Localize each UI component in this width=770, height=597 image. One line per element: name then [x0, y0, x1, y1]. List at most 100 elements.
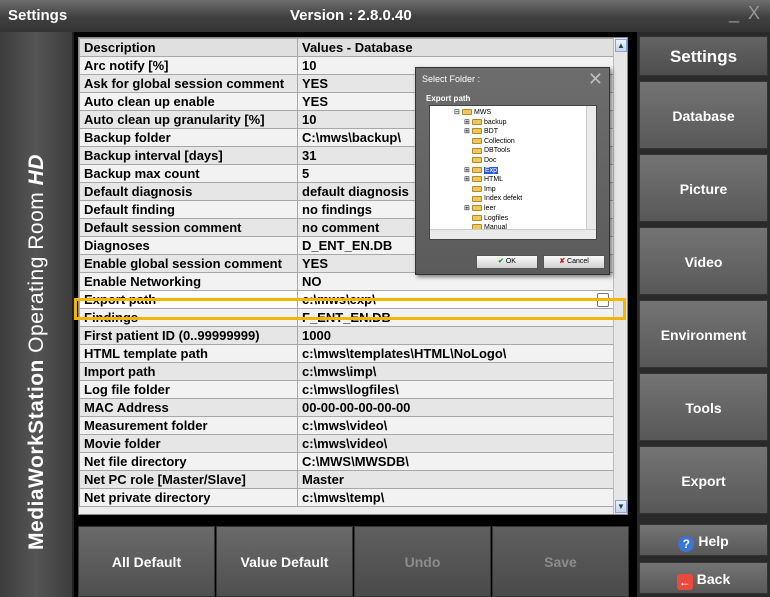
setting-value[interactable]: 1000 [297, 326, 614, 345]
setting-description[interactable]: Backup folder [79, 128, 298, 147]
setting-description[interactable]: Diagnoses [79, 236, 298, 255]
ok-button[interactable]: ✔ OK [476, 255, 538, 269]
setting-description[interactable]: Import path [79, 362, 298, 381]
setting-description[interactable]: HTML template path [79, 344, 298, 363]
setting-description[interactable]: Auto clean up enable [79, 92, 298, 111]
dialog-title: Select Folder : [422, 74, 481, 84]
close-icon[interactable]: ✕ [588, 69, 603, 90]
window-controls[interactable]: _ X [729, 3, 762, 24]
undo-button[interactable]: Undo [354, 526, 491, 597]
table-row[interactable]: Movie folder c:\mws\video\ [79, 434, 614, 453]
setting-description[interactable]: Net PC role [Master/Slave] [79, 470, 298, 489]
setting-value[interactable]: NO [297, 272, 614, 291]
folder-tree-item[interactable]: Logfiles [464, 214, 508, 223]
setting-value[interactable]: c:\mws\templates\HTML\NoLogo\ [297, 344, 614, 363]
table-row[interactable]: Enable Networking NO [79, 272, 614, 291]
setting-value[interactable]: c:\mws\video\ [297, 434, 614, 453]
setting-value[interactable]: Master [297, 470, 614, 489]
setting-description[interactable]: Backup max count [79, 164, 298, 183]
setting-value-text: default diagnosis [302, 184, 409, 199]
folder-tree-item[interactable]: Index defekt [464, 194, 522, 203]
table-row[interactable]: Import path c:\mws\imp\ [79, 362, 614, 381]
setting-description[interactable]: Default finding [79, 200, 298, 219]
table-scrollbar[interactable]: ▲ ▼ [613, 38, 627, 514]
setting-description[interactable]: Auto clean up granularity [%] [79, 110, 298, 129]
column-header-value[interactable]: Values - Database [297, 38, 614, 57]
product-name: Operating Room [25, 191, 48, 353]
folder-tree-item[interactable]: ⊞ backup [464, 118, 507, 127]
folder-icon [472, 185, 482, 192]
export-button[interactable]: Export [639, 446, 768, 514]
environment-button[interactable]: Environment [639, 300, 768, 368]
edit-value-icon[interactable] [597, 293, 609, 307]
setting-value[interactable]: c:\mws\logfiles\ [297, 380, 614, 399]
video-button[interactable]: Video [639, 227, 768, 295]
setting-description[interactable]: Ask for global session comment [79, 74, 298, 93]
expand-icon[interactable]: ⊞ [464, 166, 472, 175]
all-default-button[interactable]: All Default [78, 526, 215, 597]
setting-description[interactable]: Net private directory [79, 488, 298, 507]
setting-description[interactable]: Export path [79, 290, 298, 309]
setting-value[interactable]: c:\mws\exp\ [297, 290, 614, 309]
folder-tree-item[interactable]: Doc [464, 156, 496, 165]
tree-scrollbar[interactable] [586, 106, 596, 230]
setting-description[interactable]: MAC Address [79, 398, 298, 417]
setting-description[interactable]: Log file folder [79, 380, 298, 399]
value-default-button[interactable]: Value Default [216, 526, 353, 597]
save-button[interactable]: Save [492, 526, 629, 597]
collapse-icon[interactable]: ⊟ [454, 108, 462, 117]
table-row[interactable]: Log file folder c:\mws\logfiles\ [79, 380, 614, 399]
setting-description[interactable]: Enable global session comment [79, 254, 298, 273]
column-header-description[interactable]: Description [79, 38, 298, 57]
setting-description[interactable]: Measurement folder [79, 416, 298, 435]
tools-button[interactable]: Tools [639, 373, 768, 441]
folder-tree-item[interactable]: ⊞ Exp [464, 166, 499, 175]
setting-description[interactable]: Arc notify [%] [79, 56, 298, 75]
setting-value[interactable]: F_ENT_EN.DB [297, 308, 614, 327]
setting-description[interactable]: Default diagnosis [79, 182, 298, 201]
expand-icon[interactable]: ⊞ [464, 127, 472, 136]
setting-value[interactable]: c:\mws\video\ [297, 416, 614, 435]
table-row[interactable]: MAC Address 00-00-00-00-00-00 [79, 398, 614, 417]
folder-tree-item[interactable]: DBTools [464, 146, 510, 155]
table-row[interactable]: Net PC role [Master/Slave] Master [79, 470, 614, 489]
setting-value-text: NO [302, 274, 322, 289]
help-button[interactable]: ? Help [639, 524, 768, 556]
setting-value[interactable]: C:\MWS\MWSDB\ [297, 452, 614, 471]
picture-button[interactable]: Picture [639, 154, 768, 222]
folder-tree[interactable]: ⊟ MWS ⊞ backup ⊞ BDT Collection DBTools Doc ⊞ Exp ⊞… [429, 105, 597, 240]
scroll-down-icon[interactable]: ▼ [615, 500, 627, 513]
back-button[interactable]: ← Back [639, 562, 768, 594]
scroll-up-icon[interactable]: ▲ [615, 39, 627, 52]
expand-icon[interactable]: ⊞ [464, 204, 472, 213]
setting-description[interactable]: Default session comment [79, 218, 298, 237]
table-row[interactable]: Measurement folder c:\mws\video\ [79, 416, 614, 435]
setting-value[interactable]: c:\mws\temp\ [297, 488, 614, 507]
table-row[interactable]: Net file directory C:\MWS\MWSDB\ [79, 452, 614, 471]
folder-icon [472, 214, 482, 221]
setting-description[interactable]: Net file directory [79, 452, 298, 471]
database-button[interactable]: Database [639, 81, 768, 149]
setting-description[interactable]: Movie folder [79, 434, 298, 453]
table-row[interactable]: First patient ID (0..99999999) 1000 [79, 326, 614, 345]
table-row[interactable]: Findings F_ENT_EN.DB [79, 308, 614, 327]
folder-tree-item[interactable]: ⊞ HTML [464, 175, 503, 184]
setting-value[interactable]: 00-00-00-00-00-00 [297, 398, 614, 417]
setting-description[interactable]: Enable Networking [79, 272, 298, 291]
folder-tree-item[interactable]: ⊞ leer [464, 204, 496, 213]
folder-tree-item[interactable]: ⊞ BDT [464, 127, 498, 136]
tree-horizontal-scrollbar[interactable] [430, 229, 596, 239]
table-row[interactable]: Export path c:\mws\exp\ [79, 290, 614, 309]
cancel-button[interactable]: ✘ Cancel [543, 255, 605, 269]
expand-icon[interactable]: ⊞ [464, 175, 472, 184]
table-row[interactable]: HTML template path c:\mws\templates\HTML\… [79, 344, 614, 363]
folder-tree-item[interactable]: Collection [464, 137, 515, 146]
expand-icon[interactable]: ⊞ [464, 118, 472, 127]
folder-tree-item[interactable]: ⊟ MWS [454, 108, 491, 117]
setting-description[interactable]: Findings [79, 308, 298, 327]
table-row[interactable]: Net private directory c:\mws\temp\ [79, 488, 614, 507]
folder-tree-item[interactable]: Imp [464, 185, 496, 194]
setting-description[interactable]: Backup interval [days] [79, 146, 298, 165]
setting-description[interactable]: First patient ID (0..99999999) [79, 326, 298, 345]
setting-value[interactable]: c:\mws\imp\ [297, 362, 614, 381]
